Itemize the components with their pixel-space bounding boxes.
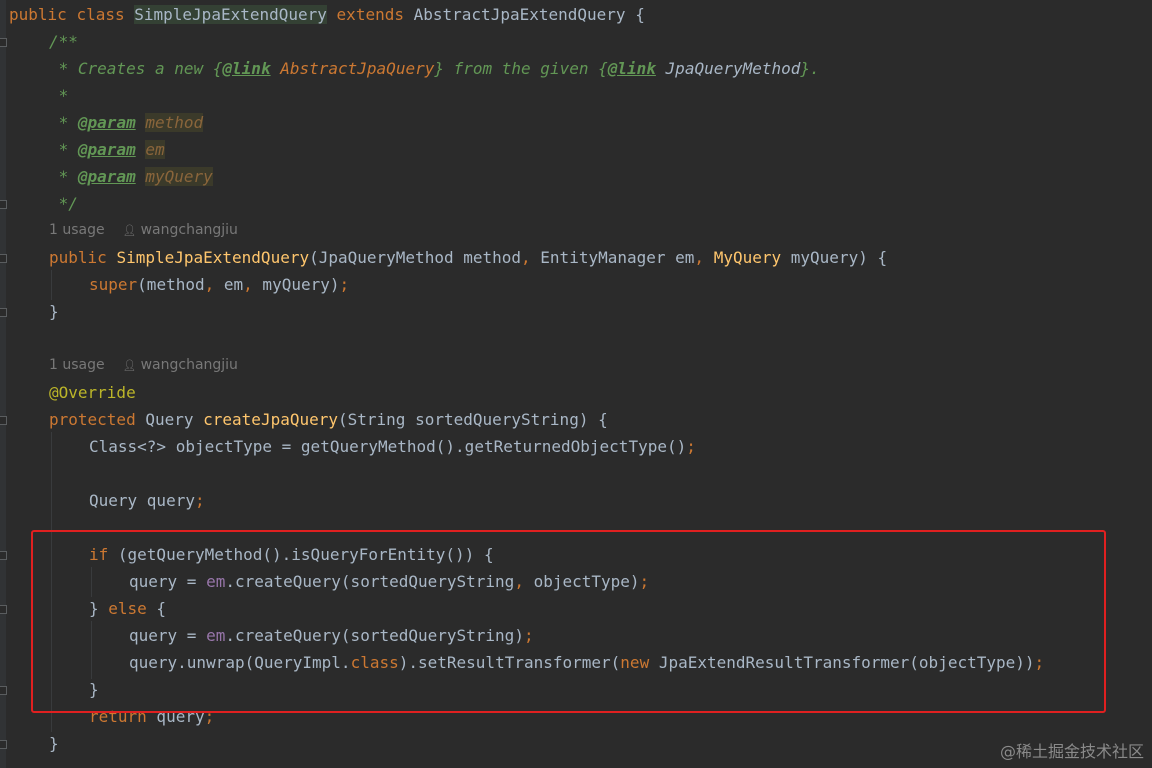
- usage-count[interactable]: 1 usage: [49, 357, 105, 373]
- fold-marker[interactable]: [0, 200, 7, 209]
- fold-marker[interactable]: [0, 551, 7, 560]
- code-line-query-decl: Query query;: [89, 491, 205, 510]
- person-icon: 👤︎: [122, 359, 137, 372]
- fold-marker[interactable]: [0, 254, 7, 263]
- usage-hint[interactable]: 1 usage 👤︎ wangchangjiu: [49, 217, 238, 244]
- usage-count[interactable]: 1 usage: [49, 222, 105, 238]
- code-line-super: super(method, em, myQuery);: [89, 275, 350, 294]
- javadoc-param-myquery: * @param myQuery: [49, 167, 213, 186]
- javadoc-open: /**: [49, 32, 78, 51]
- watermark: @稀土掘金技术社区: [999, 742, 1144, 761]
- javadoc-close: */: [49, 194, 78, 213]
- editor-gutter: [0, 0, 6, 768]
- javadoc-param-em: * @param em: [49, 140, 165, 159]
- code-line-close-brace: }: [49, 302, 59, 321]
- code-line-method-signature: protected Query createJpaQuery(String so…: [49, 410, 608, 429]
- fold-marker[interactable]: [0, 686, 7, 695]
- fold-marker[interactable]: [0, 38, 7, 47]
- fold-marker[interactable]: [0, 308, 7, 317]
- author-name: wangchangjiu: [140, 222, 238, 238]
- fold-marker[interactable]: [0, 605, 7, 614]
- usage-hint[interactable]: 1 usage 👤︎ wangchangjiu: [49, 352, 238, 379]
- code-line-object-type: Class<?> objectType = getQueryMethod().g…: [89, 437, 696, 456]
- code-line-class-declaration: public class SimpleJpaExtendQuery extend…: [9, 5, 645, 24]
- indent-guide: [51, 270, 52, 300]
- code-line-close-method: }: [49, 734, 59, 753]
- highlight-annotation-box: [31, 530, 1106, 713]
- fold-marker[interactable]: [0, 740, 7, 749]
- author-name: wangchangjiu: [140, 357, 238, 373]
- person-icon: 👤︎: [122, 224, 137, 237]
- javadoc-param-method: * @param method: [49, 113, 204, 132]
- fold-marker[interactable]: [0, 416, 7, 425]
- javadoc-blank: *: [49, 86, 69, 105]
- code-line-override: @Override: [49, 383, 136, 402]
- javadoc-description: * Creates a new {@link AbstractJpaQuery}…: [49, 59, 820, 78]
- code-line-constructor: public SimpleJpaExtendQuery(JpaQueryMeth…: [49, 248, 888, 267]
